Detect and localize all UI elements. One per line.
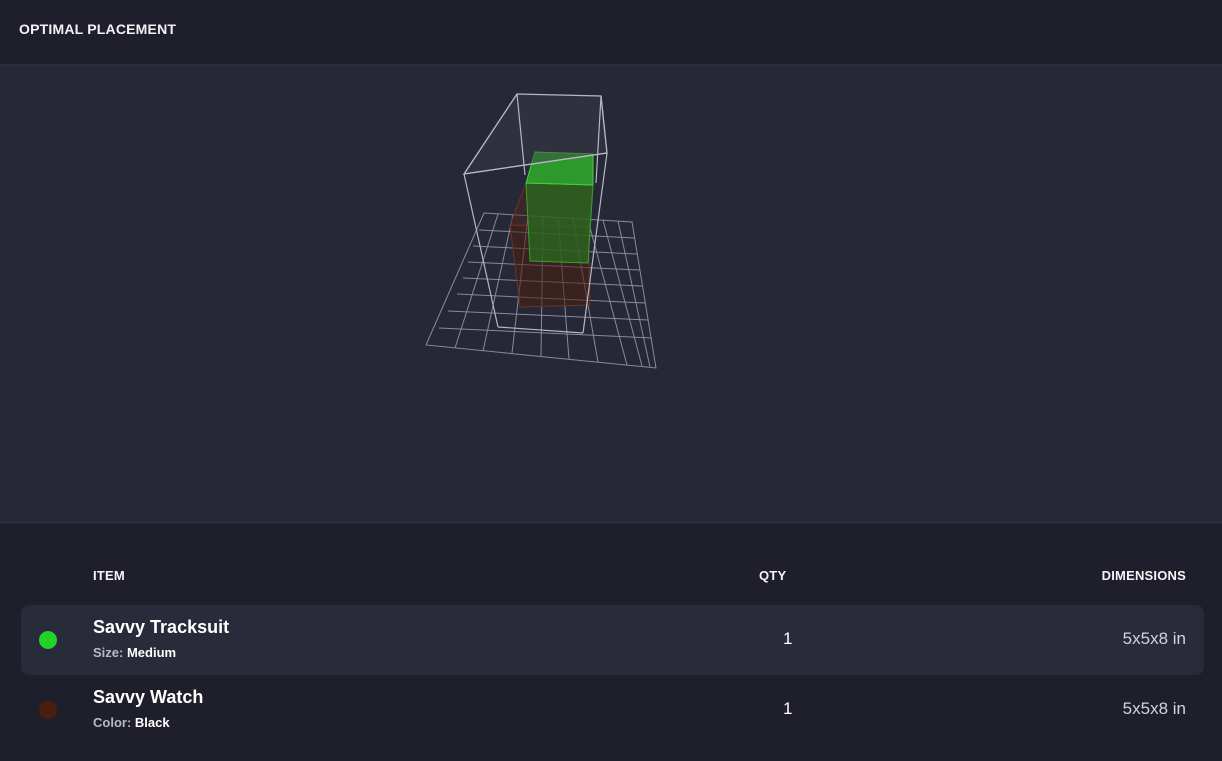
color-swatch-watch — [39, 701, 57, 719]
item-attribute: Size: Medium — [93, 645, 176, 660]
column-header-item: ITEM — [93, 568, 125, 583]
header: OPTIMAL PLACEMENT — [0, 0, 1222, 65]
color-swatch-tracksuit — [39, 631, 57, 649]
item-qty: 1 — [783, 629, 793, 648]
attribute-value: Black — [134, 715, 170, 730]
placement-3d-viewer[interactable] — [0, 65, 1222, 523]
items-table-header: ITEM QTY DIMENSIONS — [0, 560, 1222, 590]
tracksuit-box — [525, 151, 594, 264]
table-row[interactable]: Savvy Tracksuit Size: Medium 1 5x5x8 in — [21, 605, 1204, 675]
table-row[interactable]: Savvy Watch Color: Black 1 5x5x8 in — [21, 675, 1204, 745]
placement-3d-scene[interactable] — [0, 65, 1222, 523]
column-header-qty: QTY — [759, 568, 787, 583]
page-title: OPTIMAL PLACEMENT — [19, 21, 177, 37]
item-dimensions: 5x5x8 in — [1122, 699, 1186, 718]
attribute-label: Size: — [93, 645, 124, 660]
item-attribute: Color: Black — [93, 715, 170, 730]
column-header-dimensions: DIMENSIONS — [1101, 568, 1186, 583]
item-name: Savvy Watch — [93, 687, 204, 707]
item-qty: 1 — [783, 699, 793, 718]
attribute-value: Medium — [126, 645, 177, 660]
attribute-label: Color: — [93, 715, 132, 730]
item-name: Savvy Tracksuit — [93, 617, 230, 637]
page: OPTIMAL PLACEMENT ITEM QTY DIMENSIONS Sa… — [0, 0, 1222, 761]
item-dimensions: 5x5x8 in — [1122, 629, 1186, 648]
